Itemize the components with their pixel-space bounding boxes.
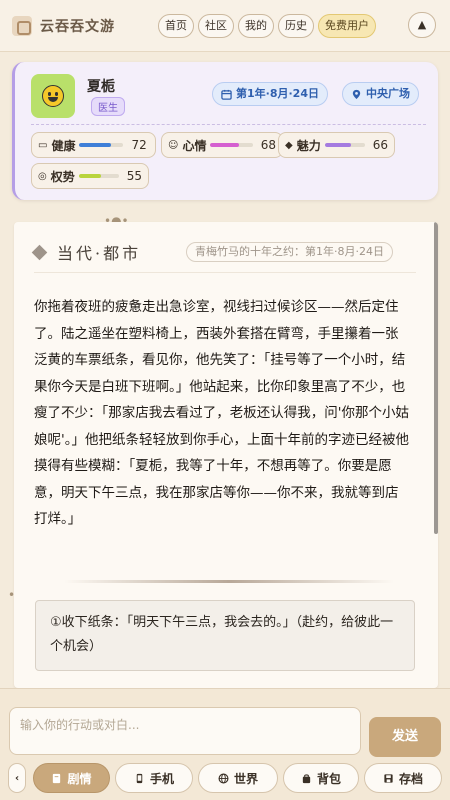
stat-health-value: 72 [131, 138, 147, 152]
tab-scroll-left-icon[interactable]: ‹ [8, 763, 26, 793]
tab-save[interactable]: 存档 [364, 763, 442, 793]
stat-mood: ☺ 心情 68 [161, 132, 283, 158]
tab-bag-label: 背包 [316, 771, 341, 786]
stat-power-value: 55 [126, 169, 142, 183]
header-divider [34, 272, 416, 273]
stat-mood-label: 心情 [182, 138, 207, 153]
choice-option-1[interactable]: ①收下纸条：「明天下午三点，我会去的。」（赴约，给彼此一个机会） [35, 600, 415, 671]
tab-save-label: 存档 [398, 771, 423, 786]
role-badge: 医生 [91, 97, 125, 116]
story-divider [64, 580, 394, 583]
stat-power-bar [78, 174, 119, 178]
nav-buttons: 首页 社区 我的 历史 免费用户 [158, 13, 376, 38]
story-panel[interactable]: 当代·都市 青梅竹马的十年之约：第1年·8月·24日 你拖着夜班的疲惫走出急诊室… [14, 222, 438, 688]
stat-charm-bar [324, 143, 365, 147]
stat-power: ◎ 权势 55 [31, 163, 149, 189]
app-name: 云吞吞文游 [40, 18, 115, 35]
story-text: 你拖着夜班的疲惫走出急诊室，视线扫过候诊区——然后定住了。陆之遥坐在塑料椅上，西… [34, 299, 409, 527]
location-text: 中央广场 [366, 87, 410, 100]
bottom-tabs: ‹ 剧情 手机 世界 背包 存档 [8, 763, 442, 793]
stat-charm: ◆ 魅力 66 [278, 132, 395, 158]
tab-world[interactable]: 世界 [198, 763, 278, 793]
diamond-icon [31, 244, 48, 260]
phone-icon [136, 773, 143, 783]
bottom-input-area: 输入你的行动或对白... 发送 ‹ 剧情 手机 世界 背包 存档 [0, 688, 450, 800]
nav-home-button[interactable]: 首页 [158, 13, 194, 38]
send-button[interactable]: 发送 [369, 717, 441, 757]
card-icon: ▭ [38, 139, 48, 151]
app-logo-icon [12, 15, 32, 36]
avatar[interactable] [31, 74, 75, 118]
tab-phone[interactable]: 手机 [115, 763, 193, 793]
calendar-icon [221, 89, 232, 100]
story-scrollbar[interactable] [434, 222, 438, 534]
date-chip[interactable]: 第1年·8月·24日 [212, 82, 328, 106]
map-pin-icon [352, 89, 361, 99]
tab-story-label: 剧情 [67, 771, 92, 786]
character-status-card: 夏栀 医生 第1年·8月·24日 中央广场 ▭ 健康 72 ☺ 心情 68 ◆ … [12, 62, 438, 200]
stat-mood-value: 68 [260, 138, 276, 152]
location-chip[interactable]: 中央广场 [342, 82, 419, 106]
tab-story[interactable]: 剧情 [33, 763, 110, 793]
smile-icon: ☺ [168, 139, 179, 151]
date-text: 第1年·8月·24日 [236, 87, 319, 100]
nav-mine-button[interactable]: 我的 [238, 13, 274, 38]
character-name: 夏栀 [87, 79, 115, 95]
tab-world-label: 世界 [233, 771, 258, 786]
stat-power-label: 权势 [50, 169, 75, 184]
book-icon [53, 773, 61, 783]
tab-bag[interactable]: 背包 [283, 763, 359, 793]
card-divider [31, 124, 426, 125]
globe-icon [218, 773, 229, 783]
vip-badge-button[interactable]: 免费用户 [318, 13, 376, 38]
stat-charm-label: 魅力 [296, 138, 321, 153]
action-input[interactable]: 输入你的行动或对白... [9, 707, 361, 755]
section-title: 当代·都市 [57, 244, 142, 263]
nav-history-button[interactable]: 历史 [278, 13, 314, 38]
top-nav-bar: 云吞吞文游 首页 社区 我的 历史 免费用户 ▲ [0, 0, 450, 52]
tab-phone-label: 手机 [149, 771, 174, 786]
stat-health-bar [79, 143, 124, 147]
save-icon [384, 773, 393, 783]
section-header: 当代·都市 [31, 240, 142, 264]
nav-community-button[interactable]: 社区 [198, 13, 234, 38]
stat-health: ▭ 健康 72 [31, 132, 156, 158]
bag-icon [302, 773, 311, 783]
collapse-up-icon[interactable]: ▲ [408, 12, 436, 38]
brand[interactable]: 云吞吞文游 [12, 15, 158, 36]
medal-icon: ◎ [38, 170, 47, 182]
chapter-tag: 青梅竹马的十年之约：第1年·8月·24日 [186, 242, 393, 262]
smiley-face-icon [42, 85, 64, 107]
stat-health-label: 健康 [51, 138, 76, 153]
gem-icon: ◆ [285, 139, 293, 151]
stat-mood-bar [210, 143, 253, 147]
stat-charm-value: 66 [372, 138, 388, 152]
